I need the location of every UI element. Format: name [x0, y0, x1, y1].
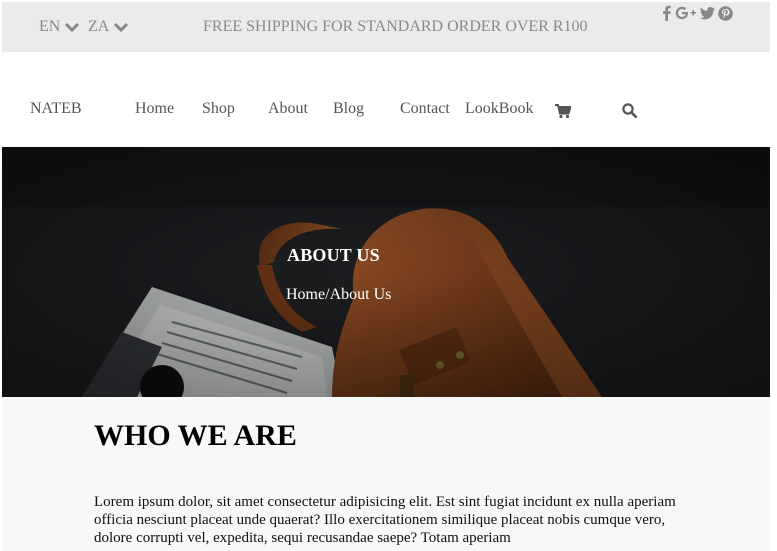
- shipping-promo-text: FREE SHIPPING FOR STANDARD ORDER OVER R1…: [203, 18, 588, 35]
- breadcrumb-current: About Us: [329, 286, 392, 303]
- pinterest-icon[interactable]: [718, 4, 733, 22]
- chevron-down-icon: [114, 22, 129, 33]
- nav-blog[interactable]: Blog: [333, 100, 364, 118]
- section-heading: WHO WE ARE: [94, 419, 297, 452]
- hero-title: ABOUT US: [287, 245, 380, 265]
- nav-contact[interactable]: Contact: [400, 100, 450, 118]
- nav-home[interactable]: Home: [135, 100, 174, 118]
- region-selector[interactable]: ZA: [88, 18, 129, 36]
- region-label: ZA: [88, 18, 110, 35]
- main-navigation: NATEB Home Shop About Blog Contact LookB…: [2, 52, 770, 147]
- search-icon[interactable]: [622, 103, 638, 123]
- breadcrumb-home-link[interactable]: Home: [286, 286, 325, 303]
- brand-logo[interactable]: NATEB: [30, 100, 82, 118]
- nav-lookbook[interactable]: LookBook: [465, 100, 533, 118]
- hero-banner: ABOUT US Home/About Us: [2, 147, 770, 397]
- chevron-down-icon: [65, 22, 80, 33]
- page: EN ZA FREE SHIPPING FOR STANDARD ORDER O…: [2, 2, 770, 551]
- nav-shop[interactable]: Shop: [202, 100, 235, 118]
- breadcrumb: Home/About Us: [286, 286, 391, 304]
- language-label: EN: [39, 18, 61, 35]
- nav-about[interactable]: About: [268, 100, 308, 118]
- facebook-icon[interactable]: [662, 4, 671, 22]
- hero-background-image: [2, 147, 770, 397]
- about-paragraph: Lorem ipsum dolor, sit amet consectetur …: [94, 494, 676, 546]
- top-bar: EN ZA FREE SHIPPING FOR STANDARD ORDER O…: [2, 2, 770, 52]
- cart-icon[interactable]: [555, 104, 572, 124]
- language-selector[interactable]: EN: [39, 18, 80, 36]
- about-content-section: WHO WE ARE Lorem ipsum dolor, sit amet c…: [2, 397, 770, 551]
- google-plus-icon[interactable]: [675, 4, 697, 22]
- twitter-icon[interactable]: [700, 4, 715, 22]
